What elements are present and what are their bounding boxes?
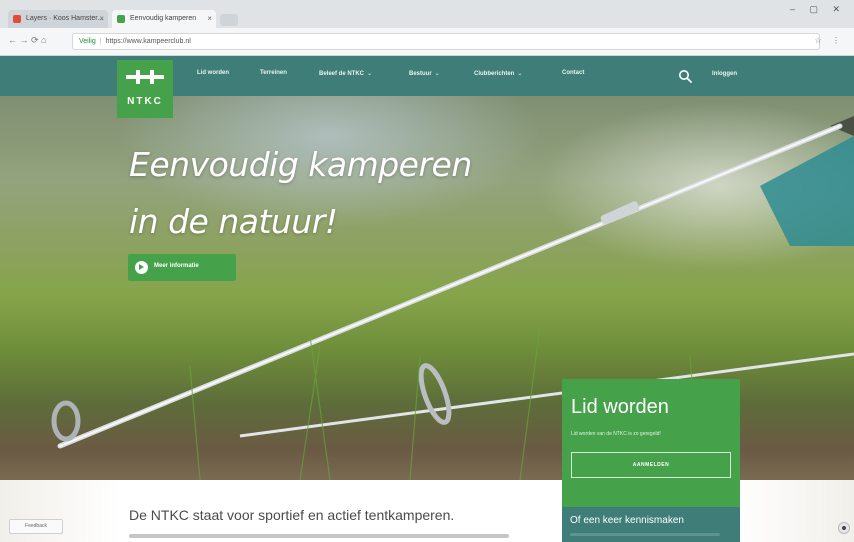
nav-label: Contact bbox=[562, 70, 585, 76]
browser-toolbar: ← → ⟳ ⌂ Veilig | https://www.kampeerclub.n… bbox=[0, 28, 854, 56]
nav-label: Clubberichten bbox=[474, 71, 515, 77]
close-icon[interactable]: × bbox=[99, 10, 104, 28]
hero-title-line-1: Eenvoudig kamperen bbox=[129, 145, 472, 184]
nav-item-lid-worden[interactable]: Lid worden bbox=[197, 70, 229, 76]
scroll-top-icon[interactable] bbox=[838, 522, 850, 534]
navigation-icons[interactable]: ← → ⟳ ⌂ bbox=[8, 35, 46, 46]
more-info-button[interactable]: Meer informatie bbox=[128, 254, 236, 281]
chevron-down-icon: ⌄ bbox=[517, 71, 523, 77]
window-controls[interactable]: – ▢ ✕ bbox=[790, 4, 846, 15]
meet-card-text-line bbox=[570, 533, 720, 536]
browser-tab-label: Eenvoudig kamperen bbox=[130, 15, 197, 22]
address-bar[interactable]: Veilig | https://www.kampeerclub.nl bbox=[72, 33, 820, 50]
intro-heading: De NTKC staat voor sportief en actief te… bbox=[129, 507, 455, 523]
play-icon bbox=[135, 261, 148, 274]
toolbar-icons[interactable]: ☆ ⋮ bbox=[815, 36, 844, 45]
meet-card[interactable]: Of een keer kennismaken bbox=[562, 507, 740, 542]
intro-text-line bbox=[129, 534, 509, 538]
nav-item-contact[interactable]: Contact bbox=[562, 70, 584, 76]
nav-item-clubberichten[interactable]: Clubberichten ⌄ bbox=[474, 70, 522, 77]
logo-text: NTKC bbox=[127, 96, 163, 107]
meet-card-title: Of een keer kennismaken bbox=[570, 515, 684, 526]
card-title: Lid worden bbox=[571, 396, 669, 418]
browser-chrome: Layers · Koos Hamster... × Eenvoudig kam… bbox=[0, 0, 854, 56]
login-link[interactable]: Inloggen bbox=[712, 71, 737, 77]
url-text: https://www.kampeerclub.nl bbox=[105, 38, 191, 45]
tent-peg-icon bbox=[126, 70, 164, 84]
search-icon[interactable] bbox=[678, 69, 692, 83]
tab-favicon bbox=[117, 15, 125, 23]
separator: | bbox=[99, 38, 102, 45]
tab-favicon bbox=[13, 15, 21, 23]
nav-label: Bestuur bbox=[409, 71, 432, 77]
nav-label: Beleef de NTKC bbox=[319, 71, 365, 77]
more-info-label: Meer informatie bbox=[154, 263, 199, 269]
close-icon[interactable]: × bbox=[207, 10, 212, 28]
hero-title-line-2: in de natuur! bbox=[129, 202, 338, 241]
nav-item-beleef[interactable]: Beleef de NTKC ⌄ bbox=[319, 70, 372, 77]
chevron-down-icon: ⌄ bbox=[434, 71, 440, 77]
signup-button[interactable]: AANMELDEN bbox=[571, 452, 731, 478]
tab-strip: Layers · Koos Hamster... × Eenvoudig kam… bbox=[8, 6, 854, 28]
secure-label: Veilig bbox=[79, 38, 96, 45]
new-tab-button[interactable] bbox=[220, 14, 238, 26]
browser-tab-2[interactable]: Eenvoudig kamperen × bbox=[112, 10, 216, 28]
nav-label: Lid worden bbox=[197, 70, 229, 76]
chevron-down-icon: ⌄ bbox=[367, 71, 373, 77]
ntkc-logo[interactable]: NTKC bbox=[117, 60, 173, 118]
card-subtitle: Lid worden van de NTKC is zo geregeld! bbox=[571, 431, 661, 437]
feedback-button[interactable]: Feedback bbox=[9, 519, 63, 534]
browser-tab-label: Layers · Koos Hamster... bbox=[26, 15, 104, 22]
browser-tab-1[interactable]: Layers · Koos Hamster... × bbox=[8, 10, 108, 28]
nav-label: Terreinen bbox=[260, 70, 287, 76]
nav-item-bestuur[interactable]: Bestuur ⌄ bbox=[409, 70, 440, 77]
nav-item-terreinen[interactable]: Terreinen bbox=[260, 70, 287, 76]
